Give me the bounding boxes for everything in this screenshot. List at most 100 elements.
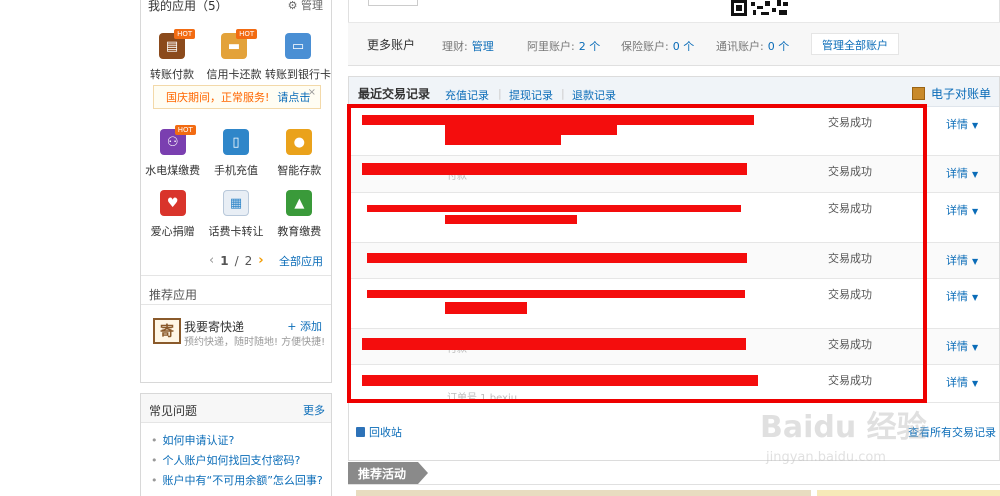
tx-detail-link[interactable]: 详情 ▼ <box>946 116 978 132</box>
faq-item[interactable]: 如何申请认证? <box>151 431 323 451</box>
account-label: 阿里账户: <box>527 40 575 53</box>
app-credit-card-repay[interactable]: ▬ HOT 信用卡还款 <box>203 29 265 82</box>
utility-bill-icon: ⚇ HOT <box>159 125 196 155</box>
recycle-bin-label: 回收站 <box>369 426 402 439</box>
recycle-bin-link[interactable]: 回收站 <box>356 424 402 440</box>
faq-header: 常见问题 更多 <box>141 393 331 423</box>
promo-activities-tab[interactable]: 推荐活动 <box>348 462 428 484</box>
app-label: 转账到银行卡 <box>265 68 331 81</box>
account-ali-link[interactable]: 2 个 <box>579 40 601 53</box>
tx-detail-label: 详情 <box>946 340 968 353</box>
statement-icon <box>911 87 925 100</box>
account-finance-link[interactable]: 管理 <box>472 40 494 53</box>
e-statement-link[interactable]: 电子对账单 <box>911 85 991 102</box>
app-label: 智能存款 <box>277 164 322 177</box>
tab-separator: | <box>561 87 565 100</box>
tx-detail-link[interactable]: 详情 ▼ <box>946 252 978 268</box>
tx-detail-link[interactable]: 详情 ▼ <box>946 202 978 218</box>
recommend-apps-heading: 推荐应用 <box>149 288 198 302</box>
more-accounts-title: 更多账户 <box>367 38 416 52</box>
next-page-icon[interactable]: › <box>258 253 263 268</box>
account-finance: 理财: 管理 <box>442 38 494 54</box>
app-mobile-topup[interactable]: ▯ 手机充值 <box>204 129 267 178</box>
my-apps-panel: 我的应用（5） ⚙ 管理 ▤ HOT 转账付款 ▬ HOT 信用卡还款 ▭ 转账到银… <box>140 0 332 383</box>
app-smart-deposit[interactable]: ● 智能存款 <box>268 129 331 178</box>
faq-item[interactable]: 账户中有“不可用余额”怎么回事? <box>151 471 323 491</box>
caret-down-icon: ▼ <box>972 121 979 130</box>
gear-icon: ⚙ <box>287 0 298 12</box>
app-utility-bills[interactable]: ⚇ HOT 水电煤缴费 <box>141 125 204 178</box>
all-apps-link[interactable]: 全部应用 <box>279 253 323 269</box>
transactions-header: 最近交易记录 充值记录 | 提现记录 | 退款记录 电子对账单 <box>349 77 999 107</box>
app-label: 话费卡转让 <box>208 225 264 238</box>
app-grid-row2: ⚇ HOT 水电煤缴费 ▯ 手机充值 ● 智能存款 <box>141 125 331 178</box>
promo-banner[interactable] <box>356 490 811 496</box>
caret-down-icon: ▼ <box>972 207 979 216</box>
graduation-cap-icon: ▲ <box>286 190 313 216</box>
app-grid-row3: ♥ 爱心捐赠 ▦ 话费卡转让 ▲ 教育缴费 <box>141 190 331 239</box>
app-phone-card-transfer[interactable]: ▦ 话费卡转让 <box>204 190 267 239</box>
credit-card-icon: ▬ HOT <box>221 29 258 59</box>
tx-detail-link[interactable]: 详情 ▼ <box>946 288 978 304</box>
app-label: 转账付款 <box>150 68 194 81</box>
app-transfer-pay[interactable]: ▤ HOT 转账付款 <box>141 29 203 82</box>
hot-badge: HOT <box>236 29 258 39</box>
my-apps-heading: 我的应用（5） <box>148 0 228 13</box>
manage-all-accounts-button[interactable]: 管理全部账户 <box>811 33 899 55</box>
top-action-button[interactable] <box>368 0 418 6</box>
account-label: 理财: <box>442 40 468 53</box>
app-charity-donation[interactable]: ♥ 爱心捐赠 <box>141 190 204 239</box>
tx-detail-link[interactable]: 详情 ▼ <box>946 165 978 181</box>
tx-detail-label: 详情 <box>946 167 968 180</box>
pager-current: 1 <box>220 253 229 268</box>
prev-page-icon[interactable]: ‹ <box>209 253 214 268</box>
hot-badge: HOT <box>174 125 196 135</box>
caret-down-icon: ▼ <box>972 379 979 388</box>
promo-banner[interactable] <box>817 490 1000 496</box>
caret-down-icon: ▼ <box>972 170 979 179</box>
more-accounts-bar: 更多账户 理财: 管理 阿里账户: 2 个 保险账户: 0 个 通讯账户: 0 个 管理… <box>348 22 1000 66</box>
faq-more-link[interactable]: 更多 <box>303 402 325 418</box>
recommend-app-express: 寄 我要寄快递 + 添加 预约快递，随时随地! 方便快捷! <box>153 316 328 376</box>
close-icon[interactable]: × <box>308 87 316 98</box>
account-label: 保险账户: <box>621 40 669 53</box>
qr-code-icon <box>731 0 788 16</box>
tab-withdraw-records[interactable]: 提现记录 <box>509 87 553 103</box>
account-insurance-link[interactable]: 0 个 <box>673 40 695 53</box>
manage-apps-link[interactable]: ⚙ 管理 <box>288 0 323 13</box>
recommend-app-desc: 预约快递，随时随地! 方便快捷! <box>184 337 326 348</box>
tab-recharge-records[interactable]: 充值记录 <box>445 87 489 103</box>
divider <box>141 275 331 276</box>
faq-panel: 常见问题 更多 如何申请认证? 个人账户如何找回支付密码? 账户中有“不可用余额… <box>140 393 332 496</box>
notice-link[interactable]: 请点击 <box>277 89 310 105</box>
account-telecom-link[interactable]: 0 个 <box>768 40 790 53</box>
app-label: 信用卡还款 <box>206 68 262 81</box>
app-education-fees[interactable]: ▲ 教育缴费 <box>268 190 331 239</box>
app-transfer-to-bank[interactable]: ▭ 转账到银行卡 <box>265 33 331 82</box>
faq-item[interactable]: 个人账户如何找回支付密码? <box>151 451 323 471</box>
notice-text: 国庆期间，正常服务! <box>166 91 270 104</box>
wallet-transfer-icon: ▤ HOT <box>159 29 196 59</box>
app-grid-row1: ▤ HOT 转账付款 ▬ HOT 信用卡还款 ▭ 转账到银行卡 <box>141 29 331 82</box>
account-ali: 阿里账户: 2 个 <box>527 38 600 54</box>
express-package-icon: 寄 <box>153 318 181 344</box>
divider <box>141 304 331 305</box>
heart-donation-icon: ♥ <box>159 190 186 216</box>
recommend-app-name[interactable]: 我要寄快递 <box>184 318 244 335</box>
transactions-title: 最近交易记录 <box>358 87 431 101</box>
add-app-button[interactable]: + 添加 <box>287 318 322 334</box>
view-all-transactions-link[interactable]: 查看所有交易记录 <box>908 424 996 440</box>
e-statement-label: 电子对账单 <box>930 87 991 101</box>
pager-sep: / <box>234 253 239 268</box>
phone-card-icon: ▦ <box>222 190 249 216</box>
app-label: 水电煤缴费 <box>145 164 201 177</box>
tx-detail-label: 详情 <box>946 118 968 131</box>
divider <box>348 484 1000 485</box>
account-telecom: 通讯账户: 0 个 <box>716 38 789 54</box>
tx-detail-link[interactable]: 详情 ▼ <box>946 374 978 390</box>
app-label: 教育缴费 <box>277 225 322 238</box>
holiday-notice: 国庆期间，正常服务! 请点击 × <box>153 85 321 109</box>
bank-card-icon: ▭ <box>285 33 311 59</box>
tab-refund-records[interactable]: 退款记录 <box>572 87 616 103</box>
tx-detail-link[interactable]: 详情 ▼ <box>946 338 978 354</box>
